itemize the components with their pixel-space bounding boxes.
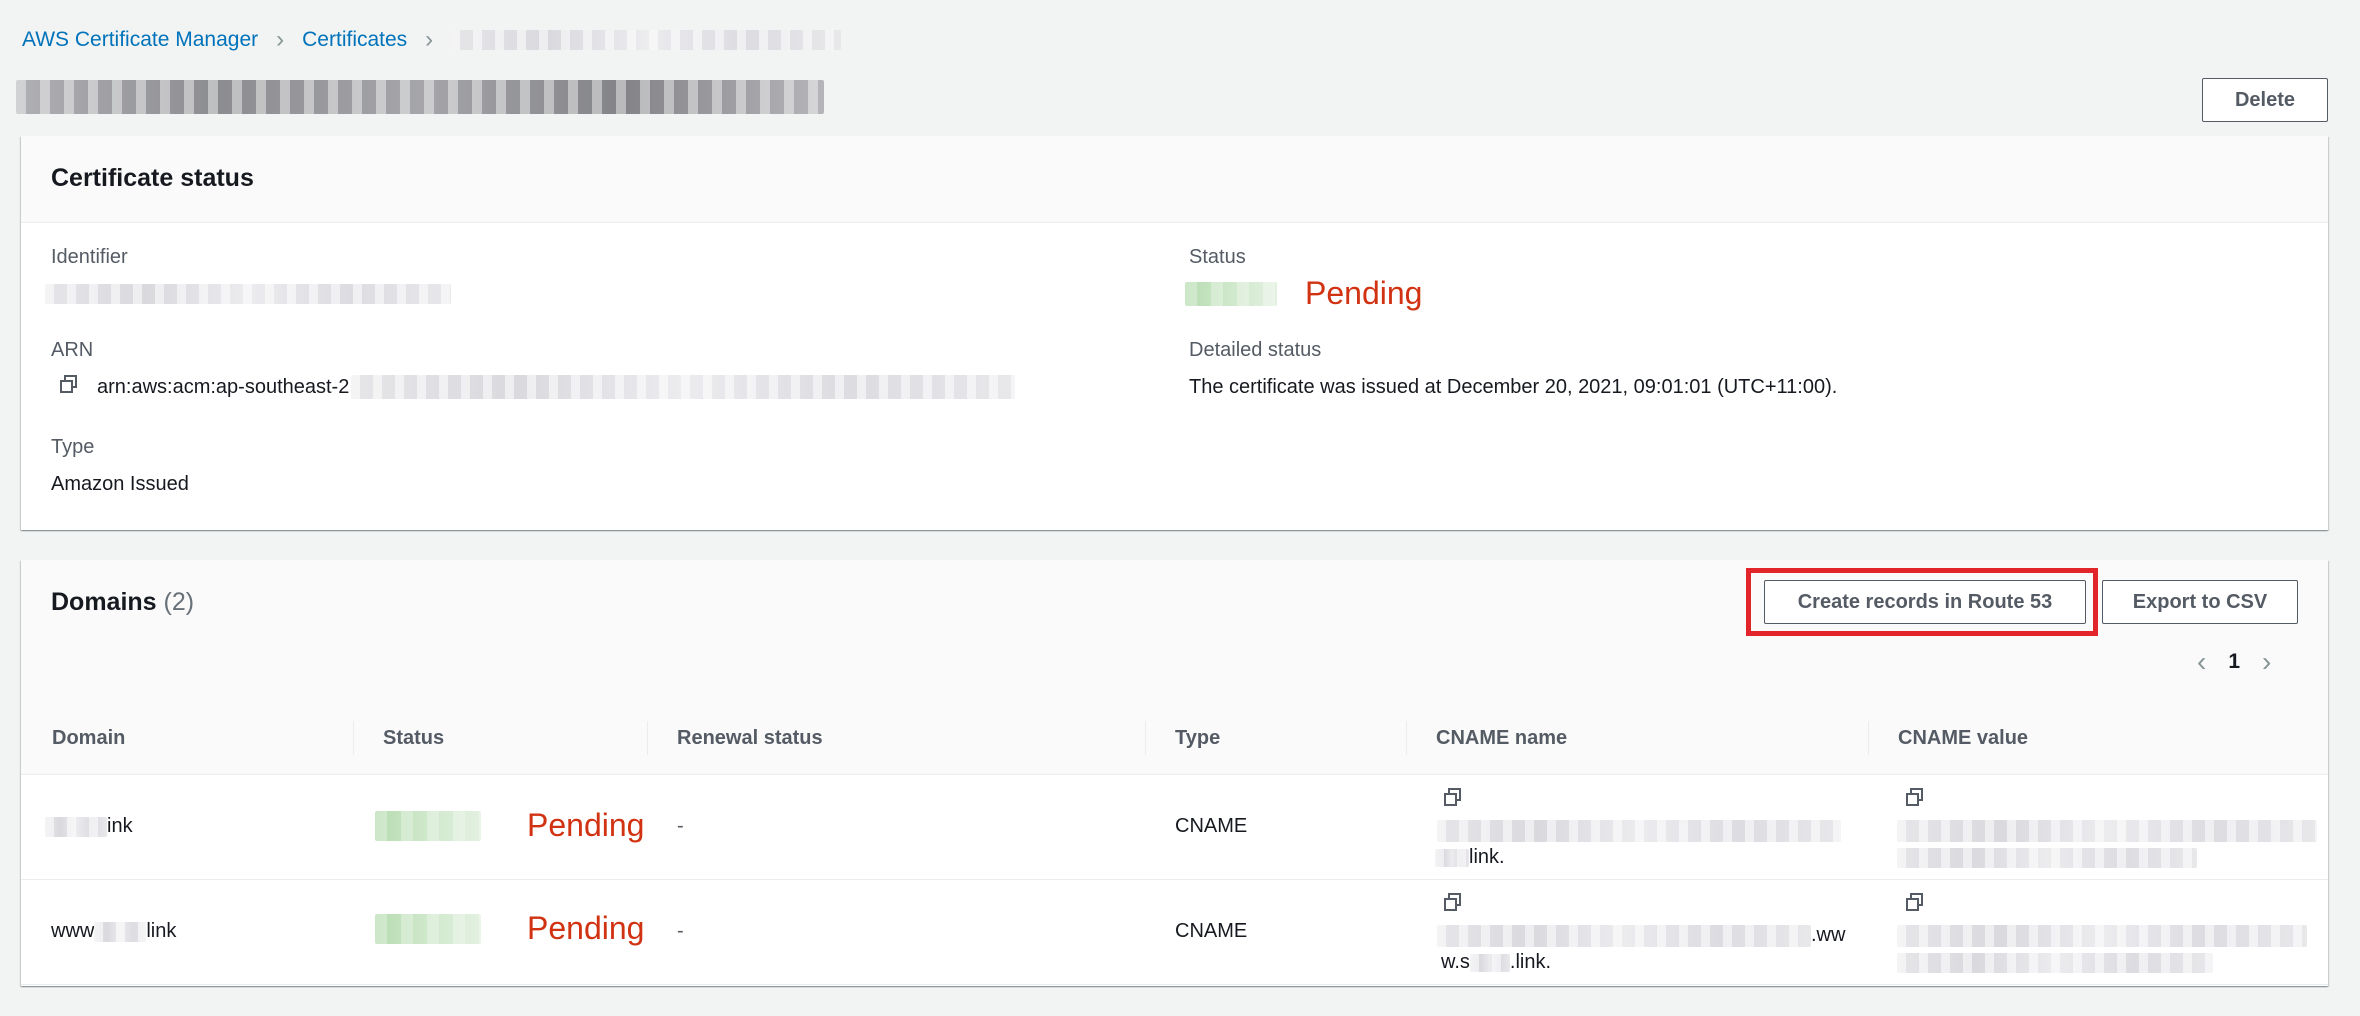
- cname-value-redacted: [1897, 924, 2307, 947]
- page-title: [16, 80, 824, 114]
- arn-label: ARN: [51, 339, 94, 361]
- status-icon-redacted: [375, 913, 481, 944]
- status-pending: Pending: [527, 910, 645, 946]
- domain-redacted: [45, 816, 107, 837]
- domains-count: (2): [163, 588, 195, 616]
- renewal-status: -: [677, 815, 684, 837]
- chevron-right-icon: ›: [425, 26, 434, 53]
- table-row: ink Pending - CNAME link.: [21, 775, 2328, 880]
- status-label: Status: [1189, 246, 1246, 268]
- status-icon-redacted: [1185, 281, 1277, 306]
- type-cell: CNAME: [1175, 920, 1248, 942]
- chevron-right-icon: ›: [276, 26, 285, 53]
- status-pending: Pending: [527, 807, 645, 843]
- cname-name-tail: link.: [1469, 846, 1505, 868]
- identifier-value: [45, 282, 451, 305]
- column-divider: [1145, 721, 1146, 755]
- column-divider: [353, 721, 354, 755]
- renewal-status: -: [677, 920, 684, 942]
- certificate-status-title: Certificate status: [51, 164, 254, 192]
- domain-text: ink: [107, 815, 133, 837]
- status-icon-redacted: [375, 810, 481, 841]
- page-number[interactable]: 1: [2228, 650, 2240, 674]
- certificate-status-panel: Certificate status Identifier ARN arn:aw…: [21, 136, 2328, 530]
- col-cname-value[interactable]: CNAME value: [1898, 727, 2028, 750]
- domains-header: Domains (2) Create records in Route 53 E…: [21, 560, 2328, 704]
- cname-name-redacted: [1437, 924, 1811, 947]
- table-row: www link Pending - CNAME .ww w.s .link.: [21, 880, 2328, 985]
- chevron-left-icon[interactable]: ‹: [2197, 646, 2206, 678]
- detailed-status-value: The certificate was issued at December 2…: [1189, 376, 1838, 398]
- export-csv-button[interactable]: Export to CSV: [2102, 580, 2298, 624]
- create-records-route53-button[interactable]: Create records in Route 53: [1764, 580, 2086, 624]
- column-divider: [647, 721, 648, 755]
- type-cell: CNAME: [1175, 815, 1248, 837]
- col-type[interactable]: Type: [1175, 727, 1220, 750]
- arn-redacted: [351, 375, 1016, 399]
- cname-value-redacted: [1897, 952, 2213, 973]
- copy-icon[interactable]: [1443, 892, 1463, 918]
- delete-button[interactable]: Delete: [2202, 78, 2328, 122]
- arn-value: arn:aws:acm:ap-southeast-2: [59, 374, 1016, 400]
- copy-icon[interactable]: [59, 374, 79, 400]
- col-renewal-status[interactable]: Renewal status: [677, 727, 823, 750]
- arn-text: arn:aws:acm:ap-southeast-2: [97, 375, 350, 398]
- domains-table-header: Domain Status Renewal status Type CNAME …: [21, 703, 2328, 775]
- copy-icon[interactable]: [1443, 787, 1463, 813]
- domain-cell: www link: [51, 920, 176, 943]
- breadcrumb-redacted-id: [451, 30, 842, 50]
- domain-text: link: [146, 920, 177, 942]
- cname-name-redacted: [1469, 953, 1510, 972]
- breadcrumb: AWS Certificate Manager › Certificates ›: [22, 26, 842, 54]
- col-domain[interactable]: Domain: [52, 727, 125, 750]
- domain-cell: ink: [45, 815, 133, 838]
- cname-name-cell: .ww w.s .link.: [1437, 892, 1846, 974]
- detailed-status-label: Detailed status: [1189, 339, 1322, 361]
- cname-value-redacted: [1897, 847, 2197, 868]
- domains-panel: Domains (2) Create records in Route 53 E…: [21, 560, 2328, 986]
- breadcrumb-certificates-link[interactable]: Certificates: [302, 28, 407, 52]
- col-cname-name[interactable]: CNAME name: [1436, 727, 1567, 750]
- domain-redacted: [94, 921, 147, 942]
- certificate-status-header: Certificate status: [21, 136, 2328, 223]
- cname-name-cell: link.: [1435, 787, 1841, 869]
- cname-value-cell: [1897, 892, 2307, 974]
- copy-icon[interactable]: [1905, 787, 1925, 813]
- cname-name-mid: .ww: [1811, 924, 1846, 946]
- column-divider: [1406, 721, 1407, 755]
- breadcrumb-acm-link[interactable]: AWS Certificate Manager: [22, 28, 258, 52]
- cname-name-tail-b: .link.: [1509, 951, 1552, 973]
- domains-title: Domains (2): [51, 588, 194, 617]
- domain-prefix: www: [51, 920, 95, 942]
- column-divider: [1868, 721, 1869, 755]
- status-pending-text: Pending: [1305, 275, 1423, 311]
- chevron-right-icon[interactable]: ›: [2262, 646, 2271, 678]
- status-cell: Pending: [375, 807, 644, 844]
- copy-icon[interactable]: [1905, 892, 1925, 918]
- domains-title-text: Domains: [51, 588, 157, 616]
- type-label: Type: [51, 436, 95, 458]
- cname-name-redacted: [1435, 848, 1469, 867]
- pagination: ‹ 1 ›: [2197, 646, 2271, 678]
- status-cell: Pending: [375, 910, 644, 947]
- cname-value-cell: [1897, 787, 2317, 869]
- cname-value-redacted: [1897, 819, 2317, 842]
- cname-name-redacted: [1437, 819, 1841, 842]
- cname-name-tail-a: w.s: [1441, 951, 1470, 973]
- type-value: Amazon Issued: [51, 473, 189, 495]
- col-status[interactable]: Status: [383, 727, 444, 750]
- status-value: Pending: [1185, 275, 1422, 312]
- identifier-label: Identifier: [51, 246, 128, 268]
